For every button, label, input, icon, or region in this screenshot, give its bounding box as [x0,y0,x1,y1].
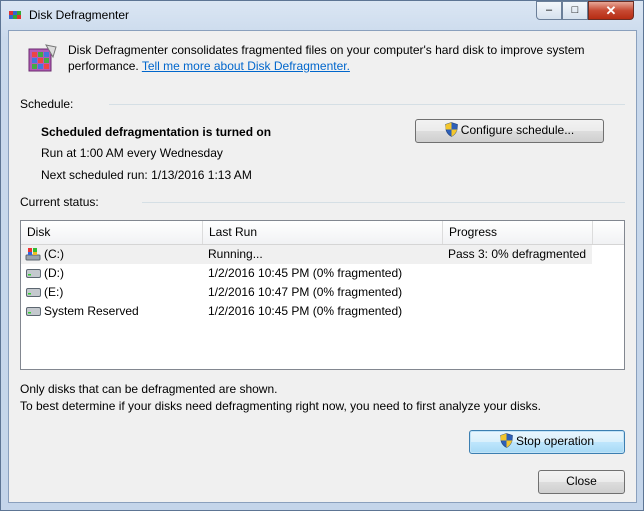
disk-name: System Reserved [44,304,139,318]
maximize-button[interactable]: □ [562,1,588,20]
disk-row-system-reserved[interactable]: System Reserved 1/2/2016 10:45 PM (0% fr… [21,302,624,321]
schedule-divider [109,104,625,105]
disk-row-d[interactable]: (D:) 1/2/2016 10:45 PM (0% fragmented) [21,264,624,283]
disk-list-header: Disk Last Run Progress [21,221,624,245]
system-drive-icon [25,248,41,261]
column-header-progress[interactable]: Progress [443,221,593,244]
close-icon: ✕ [605,3,617,18]
close-button-label: Close [566,474,597,488]
disk-progress: Pass 3: 0% defragmented [448,247,587,261]
disk-name: (E:) [44,285,64,299]
disk-name: (D:) [44,266,64,280]
next-scheduled-run: Next scheduled run: 1/13/2016 1:13 AM [41,168,252,182]
defragmenter-logo-icon [28,44,57,72]
disk-last-run: 1/2/2016 10:47 PM (0% fragmented) [208,285,403,299]
dialog-content: Disk Defragmenter consolidates fragmente… [8,30,637,503]
disk-name: (C:) [44,247,64,261]
stop-operation-button[interactable]: Stop operation [469,430,625,454]
column-header-disk[interactable]: Disk [21,221,203,244]
disk-last-run: Running... [208,247,263,261]
minimize-button[interactable]: – [536,1,562,20]
column-header-last-run[interactable]: Last Run [203,221,443,244]
window-title: Disk Defragmenter [29,8,130,22]
configure-schedule-label: Configure schedule... [460,123,575,137]
disk-defragmenter-window: Disk Defragmenter – □ ✕ Disk Defragmente… [0,0,644,511]
drive-icon [26,269,41,278]
disk-list[interactable]: Disk Last Run Progress (C:) Running... P… [20,220,625,370]
intro-text-line2: performance. [68,59,139,73]
maximize-icon: □ [571,4,579,16]
disk-row-e[interactable]: (E:) 1/2/2016 10:47 PM (0% fragmented) [21,283,624,302]
close-button[interactable]: Close [538,470,625,494]
disk-last-run: 1/2/2016 10:45 PM (0% fragmented) [208,304,403,318]
defragmenter-app-icon [9,11,21,19]
current-status-divider [142,202,625,203]
disk-row-c[interactable]: (C:) Running... Pass 3: 0% defragmented [21,245,592,264]
uac-shield-icon [444,122,458,138]
schedule-status: Scheduled defragmentation is turned on [41,125,272,139]
current-status-heading: Current status: [20,195,99,209]
close-window-button[interactable]: ✕ [588,1,634,20]
defragmentable-note: Only disks that can be defragmented are … [20,382,278,396]
intro-text: Disk Defragmenter consolidates fragmente… [68,43,585,57]
drive-icon [26,307,41,316]
disk-last-run: 1/2/2016 10:45 PM (0% fragmented) [208,266,403,280]
learn-more-link[interactable]: Tell me more about Disk Defragmenter. [142,59,350,73]
schedule-run-at: Run at 1:00 AM every Wednesday [41,146,223,160]
stop-operation-label: Stop operation [515,434,595,448]
minimize-icon: – [545,4,553,16]
uac-shield-icon [500,433,513,449]
schedule-heading: Schedule: [20,97,74,111]
title-bar[interactable]: Disk Defragmenter – □ ✕ [1,1,643,29]
drive-icon [26,288,41,297]
analyze-hint: To best determine if your disks need def… [20,399,541,413]
configure-schedule-button[interactable]: Configure schedule... [415,119,604,143]
